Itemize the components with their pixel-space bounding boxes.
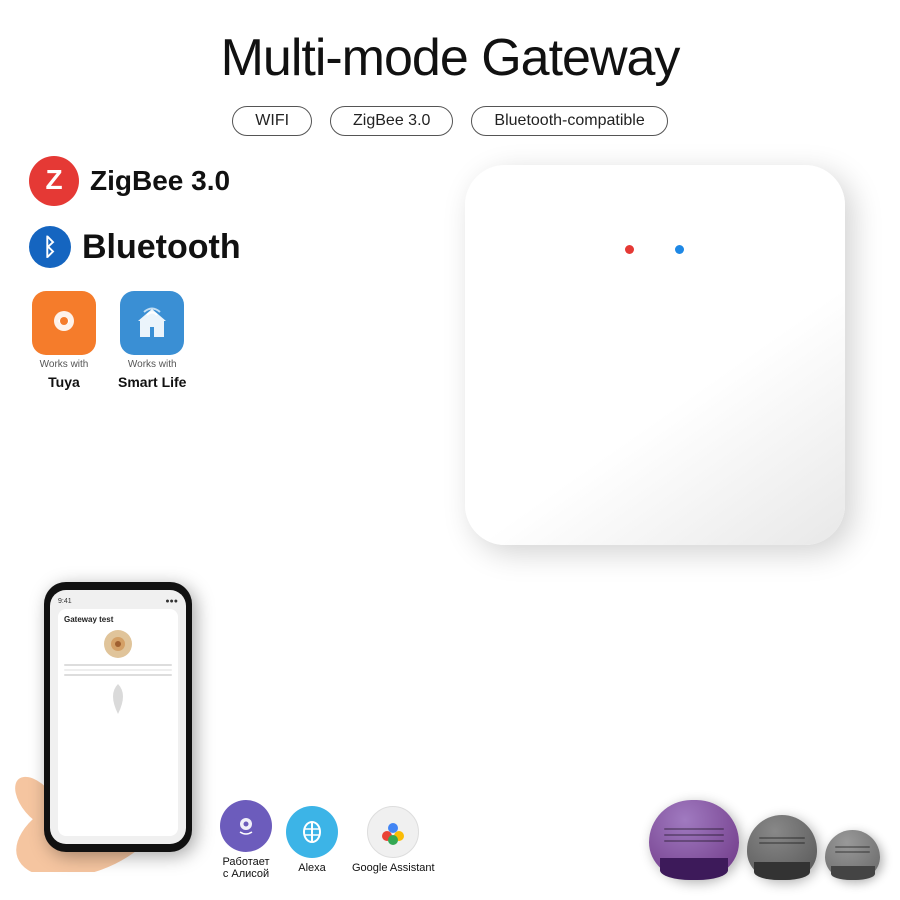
google-item: Google Assistant	[352, 806, 435, 874]
phone-container: 9:41 ●●● Gateway test	[18, 582, 218, 852]
alexa-icon	[286, 806, 338, 858]
tuya-works-with: Works with	[40, 359, 89, 370]
app-icons-row: Works with Tuya Works with Smart Life	[32, 291, 318, 390]
gateway-box	[465, 165, 845, 545]
gateway-device	[440, 140, 870, 570]
zigbee-icon: Z	[28, 155, 80, 207]
tuya-icon	[42, 301, 86, 345]
alexa-label: Alexa	[298, 862, 326, 874]
phone-outer: 9:41 ●●● Gateway test	[44, 582, 192, 852]
tags-row: WIFI ZigBee 3.0 Bluetooth-compatible	[0, 106, 900, 136]
tag-bluetooth: Bluetooth-compatible	[471, 106, 667, 136]
google-icon	[367, 806, 419, 858]
assistants-row: Работает с Алисой Alexa	[220, 800, 639, 880]
tag-zigbee: ZigBee 3.0	[330, 106, 453, 136]
google-logo	[377, 816, 409, 848]
alexa-logo	[296, 816, 328, 848]
echo-speaker-small	[825, 830, 880, 880]
led-red	[625, 245, 634, 254]
phone-status-bar: 9:41 ●●●	[58, 598, 178, 605]
bottom-row: Работает с Алисой Alexa	[220, 800, 880, 880]
zigbee-row: Z ZigBee 3.0	[28, 155, 318, 207]
tuya-icon-box	[32, 291, 96, 355]
smartlife-works-with: Works with	[128, 359, 177, 370]
led-blue	[675, 245, 684, 254]
phone-device-icon	[104, 630, 132, 658]
bluetooth-label: Bluetooth	[82, 228, 241, 267]
smartlife-name: Smart Life	[118, 374, 186, 390]
bluetooth-row: ᛒ Bluetooth	[28, 225, 318, 269]
smartlife-icon	[130, 301, 174, 345]
smartlife-app-item: Works with Smart Life	[118, 291, 186, 390]
phone-app-title: Gateway test	[64, 615, 172, 624]
tuya-app-item: Works with Tuya	[32, 291, 96, 390]
svg-text:ᛒ: ᛒ	[43, 234, 57, 261]
zigbee-label: ZigBee 3.0	[90, 165, 230, 197]
purple-speaker	[649, 800, 739, 880]
tuya-name: Tuya	[48, 374, 80, 390]
phone-screen: 9:41 ●●● Gateway test	[50, 590, 186, 844]
speakers-row	[649, 800, 880, 880]
phone-app-content: Gateway test	[58, 609, 178, 836]
bluetooth-icon: ᛒ	[28, 225, 72, 269]
left-panel: Z ZigBee 3.0 ᛒ Bluetooth Works with Tuya	[28, 155, 318, 390]
tag-wifi: WIFI	[232, 106, 312, 136]
alexa-item: Alexa	[286, 806, 338, 874]
echo-speaker-large	[747, 815, 817, 880]
smartlife-icon-box	[120, 291, 184, 355]
page-title: Multi-mode Gateway	[0, 0, 900, 88]
google-label: Google Assistant	[352, 862, 435, 874]
svg-text:Z: Z	[45, 164, 62, 195]
